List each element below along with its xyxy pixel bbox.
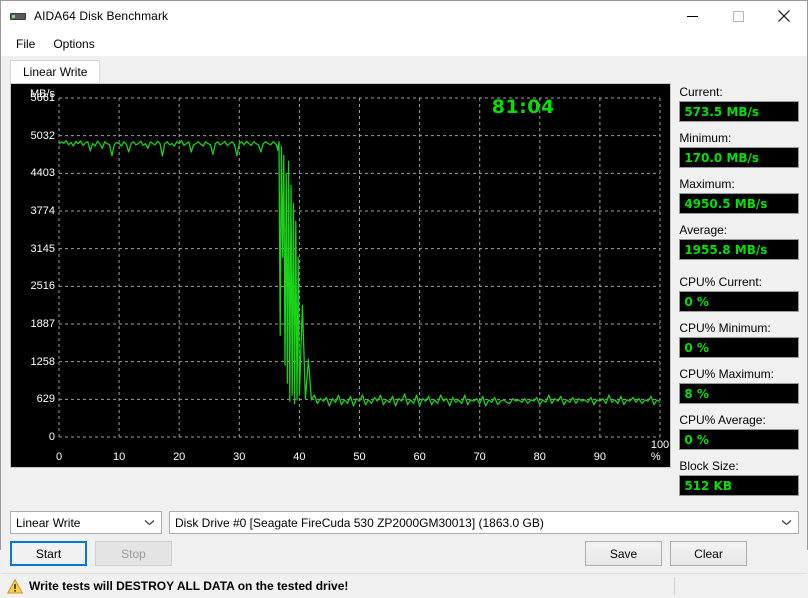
main-area: MB/s 0 629 1258 1887 2516 3145 3774 4403 5032 5661… [1, 83, 807, 505]
drive-select-value: Disk Drive #0 [Seagate FireCuda 530 ZP20… [175, 515, 544, 530]
x-tick-label-1: 10 [112, 451, 126, 463]
y-tick-label-5: 3145 [30, 242, 55, 255]
y-tick-label-1: 629 [36, 393, 55, 406]
stat-value-2: 4950.5 MB/s [679, 193, 799, 214]
close-icon[interactable] [761, 1, 807, 32]
tab-strip: Linear Write [10, 60, 807, 83]
stat-value-4: 0 % [679, 291, 799, 312]
stat-label-0: Current: [679, 85, 723, 99]
y-tick-label-2: 1258 [30, 355, 55, 368]
statistics-panel: Current: 573.5 MB/s Minimum: 170.0 MB/s Maxi… [679, 83, 799, 505]
x-tick-label-2: 20 [173, 451, 186, 463]
y-tick-label-9: 5661 [30, 92, 55, 104]
stat-label-6: CPU% Maximum: [679, 367, 774, 381]
window-controls [669, 1, 807, 32]
stat-value-7: 0 % [679, 429, 799, 450]
y-tick-label-4: 2516 [30, 280, 55, 293]
stat-value-5: 0 % [679, 337, 799, 358]
status-warning-text: Write tests will DESTROY ALL DATA on the… [29, 579, 349, 593]
y-tick-label-0: 0 [48, 431, 55, 443]
stat-value-0: 573.5 MB/s [679, 101, 799, 122]
x-tick-label-9: 90 [593, 451, 607, 463]
stat-value-1: 170.0 MB/s [679, 147, 799, 168]
x-tick-label-5: 50 [353, 451, 366, 463]
tab-linear-write[interactable]: Linear Write [10, 60, 101, 83]
y-tick-label-7: 4403 [30, 167, 55, 180]
drive-select[interactable]: Disk Drive #0 [Seagate FireCuda 530 ZP20… [169, 511, 799, 534]
stat-label-2: Maximum: [679, 177, 735, 191]
window-title: AIDA64 Disk Benchmark [34, 9, 169, 23]
benchmark-chart: MB/s 0 629 1258 1887 2516 3145 3774 4403 5032 5661… [10, 83, 672, 468]
disk-drive-icon [10, 8, 26, 24]
content-area: Linear Write MB/s 0 629 1258 1887 2516 3145 377… [1, 56, 807, 598]
stat-label-3: Average: [679, 223, 728, 237]
stat-value-6: 8 % [679, 383, 799, 404]
stat-label-7: CPU% Average: [679, 413, 766, 427]
chevron-down-icon [144, 512, 155, 533]
x-tick-label-8: 80 [533, 451, 546, 463]
minimize-icon[interactable] [669, 1, 715, 32]
menu-item-options[interactable]: Options [44, 34, 103, 54]
maximize-icon[interactable] [715, 1, 761, 32]
x-tick-label-10: 100 % [650, 439, 670, 463]
aida64-disk-benchmark-window: AIDA64 Disk Benchmark File Options Linea… [0, 0, 808, 598]
title-bar: AIDA64 Disk Benchmark [1, 1, 807, 32]
test-mode-select[interactable]: Linear Write [10, 511, 162, 534]
stop-button: Stop [95, 541, 172, 566]
chart-plot-area [58, 97, 661, 438]
warning-triangle-icon [6, 578, 24, 594]
elapsed-timer: 81:04 [491, 96, 555, 118]
x-tick-label-0: 0 [55, 451, 63, 463]
stat-label-1: Minimum: [679, 131, 732, 145]
status-separator [674, 577, 675, 595]
x-tick-label-7: 70 [473, 451, 486, 463]
stat-label-5: CPU% Minimum: [679, 321, 771, 335]
chart-panel: MB/s 0 629 1258 1887 2516 3145 3774 4403 5032 5661… [10, 83, 672, 505]
chevron-down-icon [781, 512, 792, 533]
save-button[interactable]: Save [585, 541, 662, 566]
start-button[interactable]: Start [10, 541, 87, 566]
stat-value-3: 1955.8 MB/s [679, 239, 799, 260]
y-tick-label-8: 5032 [30, 129, 55, 142]
x-tick-label-4: 40 [293, 451, 306, 463]
menu-bar: File Options [1, 32, 807, 56]
menu-item-file[interactable]: File [7, 34, 44, 54]
stat-label-8: Block Size: [679, 459, 739, 473]
x-tick-label-3: 30 [233, 451, 246, 463]
clear-button[interactable]: Clear [670, 541, 747, 566]
y-tick-label-3: 1887 [30, 318, 55, 330]
x-tick-label-6: 60 [413, 451, 426, 463]
y-tick-label-6: 3774 [30, 205, 55, 217]
stat-value-8: 512 KB [679, 475, 799, 496]
test-mode-value: Linear Write [16, 515, 81, 530]
controls-area: Linear Write Disk Drive #0 [Seagate Fire… [1, 505, 807, 566]
status-bar: Write tests will DESTROY ALL DATA on the… [1, 573, 807, 598]
stat-label-4: CPU% Current: [679, 275, 762, 289]
